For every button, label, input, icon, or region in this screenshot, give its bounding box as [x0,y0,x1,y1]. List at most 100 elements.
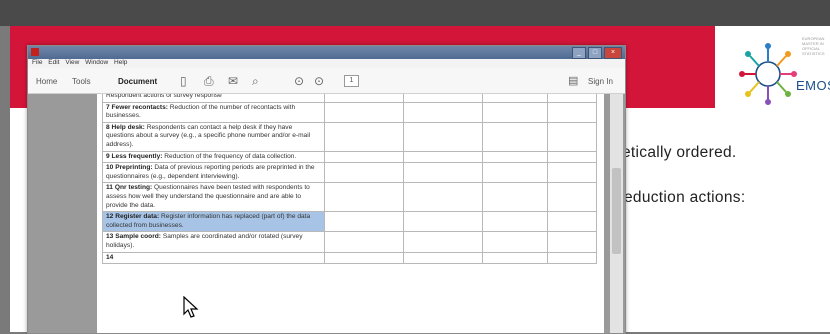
action-description: Respondent actions of survey response [106,94,222,99]
action-number: 13 [106,233,114,241]
action-title: Sample coord: [115,233,161,241]
page-down-icon[interactable]: ⊙ [314,74,324,88]
table-row: 9 Less frequently: Reduction of the freq… [102,150,597,164]
empty-cell [547,94,597,103]
vertical-scrollbar[interactable] [610,94,623,333]
empty-cell [482,211,548,233]
action-title: Fewer recontacts: [111,103,168,111]
print-icon[interactable]: ⎙ [204,74,214,89]
action-cell[interactable]: 13 Sample coord: Samples are coordinated… [102,231,325,253]
menu-window[interactable]: Window [85,59,108,66]
top-strip [0,0,830,26]
empty-cell [324,211,404,233]
action-number: 11 [106,184,113,192]
action-number: 14 [106,253,114,261]
empty-cell [547,251,597,265]
menu-view[interactable]: View [65,59,79,66]
toolbar: Home Tools Document ▯ ⎙ ✉ ⌕ ⊙ ⊙ 1 ▤ Sign… [28,68,625,94]
action-number: 12 [106,213,114,221]
action-title: Preprinting: [115,164,153,172]
table-row: 8 Help desk: Respondents can contact a h… [102,121,597,152]
action-title: Register data: [115,213,160,221]
table-row: 14 [102,251,597,265]
empty-cell [482,182,548,213]
menu-file[interactable]: File [32,59,42,66]
tab-document[interactable]: Document [118,77,157,86]
empty-cell [324,162,404,184]
action-description: Reduction of the frequency of data colle… [164,152,297,160]
empty-cell [403,251,483,265]
empty-cell [547,162,597,184]
action-number: 7 [106,103,110,111]
empty-cell [482,150,548,164]
table-row: Respondent actions of survey response [102,94,597,103]
empty-cell [482,251,548,265]
empty-cell [324,101,404,123]
tab-home[interactable]: Home [36,77,57,86]
empty-cell [324,251,404,265]
empty-cell [324,231,404,253]
minimize-button[interactable]: _ [572,47,586,59]
empty-cell [482,231,548,253]
menu-bar: File Edit View Window Help [28,59,625,68]
page-number-input[interactable]: 1 [344,75,359,87]
action-cell[interactable]: Respondent actions of survey response [102,94,325,103]
empty-cell [482,101,548,123]
maximize-button[interactable]: □ [588,47,602,59]
empty-cell [403,121,483,152]
empty-cell [547,211,597,233]
empty-cell [547,231,597,253]
empty-cell [403,182,483,213]
scrollbar-thumb[interactable] [612,168,621,254]
logo-text: EMOS [796,78,830,93]
mouse-cursor-icon [183,296,199,318]
action-title: Qnr testing: [114,184,153,192]
email-icon[interactable]: ✉ [228,74,238,88]
tab-tools[interactable]: Tools [72,77,91,86]
action-cell[interactable]: 12 Register data: Register information h… [102,211,325,233]
action-cell[interactable]: 14 [102,251,325,265]
menu-edit[interactable]: Edit [48,59,59,66]
acrobat-window[interactable]: _ □ × File Edit View Window Help Home To… [27,45,626,334]
empty-cell [547,150,597,164]
acrobat-app-icon [31,48,39,56]
document-area: Respondent actions of survey response 7 F… [28,94,625,333]
menu-help[interactable]: Help [114,59,127,66]
action-cell[interactable]: 7 Fewer recontacts: Reduction of the num… [102,101,325,123]
close-button[interactable]: × [604,47,622,59]
table-row: 10 Preprinting: Data of previous reporti… [102,162,597,184]
action-cell[interactable]: 8 Help desk: Respondents can contact a h… [102,121,325,152]
empty-cell [403,211,483,233]
slide-text-line-2: eduction actions: [624,189,746,206]
table-row: 12 Register data: Register information h… [102,211,597,233]
pdf-page[interactable]: Respondent actions of survey response 7 F… [97,94,604,333]
reduction-actions-table: Respondent actions of survey response 7 F… [102,94,597,265]
empty-cell [403,162,483,184]
empty-cell [403,231,483,253]
action-number: 8 [106,123,110,131]
empty-cell [482,162,548,184]
action-cell[interactable]: 11 Qnr testing: Questionnaires have been… [102,182,325,213]
table-row: 7 Fewer recontacts: Reduction of the num… [102,101,597,123]
action-cell[interactable]: 9 Less frequently: Reduction of the freq… [102,150,325,164]
search-icon[interactable]: ⌕ [252,74,259,89]
sign-in-icon[interactable]: ▤ [568,74,578,87]
action-cell[interactable]: 10 Preprinting: Data of previous reporti… [102,162,325,184]
table-row: 11 Qnr testing: Questionnaires have been… [102,182,597,213]
sign-in-button[interactable]: Sign In [588,77,613,86]
action-number: 10 [106,164,114,172]
empty-cell [547,101,597,123]
window-titlebar[interactable]: _ □ × [28,46,625,59]
empty-cell [324,94,404,103]
empty-cell [482,94,548,103]
action-title: Help desk: [111,123,145,131]
action-title: Less frequently: [111,152,163,160]
save-icon[interactable]: ▯ [180,74,187,88]
empty-cell [324,121,404,152]
logo-caption: EUROPEAN MASTER IN OFFICIAL STATISTICS [802,36,825,56]
table-row: 13 Sample coord: Samples are coordinated… [102,231,597,253]
empty-cell [324,182,404,213]
page-up-icon[interactable]: ⊙ [294,74,304,88]
action-number: 9 [106,152,110,160]
empty-cell [403,94,483,103]
